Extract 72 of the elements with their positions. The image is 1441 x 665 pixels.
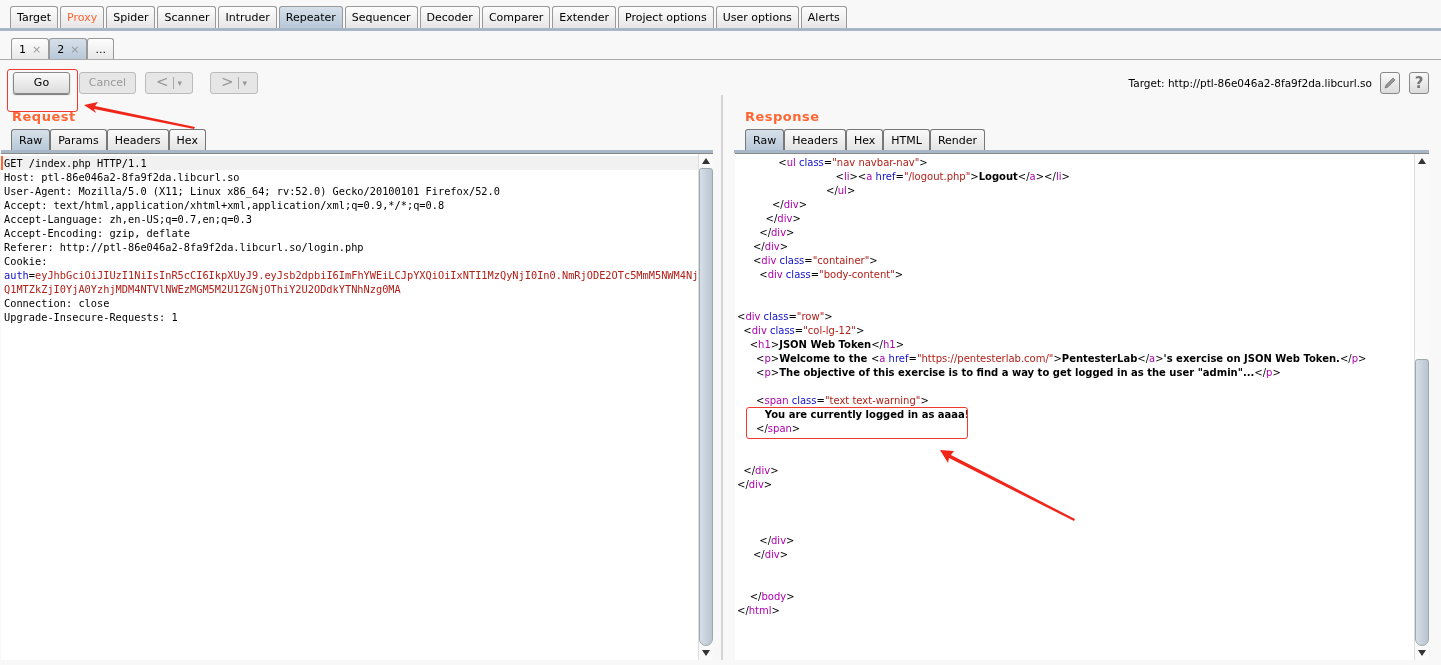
scroll-up-icon[interactable] — [1418, 158, 1426, 164]
view-tab[interactable]: Headers — [784, 129, 846, 150]
code-line: <div class="col-lg-12"> — [742, 324, 865, 338]
code-line: </div> — [764, 212, 801, 226]
code-line: </div> — [751, 240, 789, 254]
code-line: <h1>JSON Web Token</h1> — [748, 338, 905, 352]
code-line: <li><a href="/logout.php">Logout</a></li> — [834, 170, 1070, 184]
code-line: <p>The objective of this exercise is to find a way to get logged in as the user "admin"...</p> — [755, 366, 1281, 380]
main-tab[interactable]: User options — [715, 6, 799, 28]
code-line: Accept-Language: zh,en-US;q=0.7,en;q=0.3 — [3, 212, 253, 226]
pane-title: Request — [11, 108, 76, 125]
code-line: </html> — [737, 604, 780, 618]
view-tab[interactable]: Headers — [106, 129, 169, 150]
code-line: Referer: http://ptl-86e046a2-8fa9f2da.libcurl.so/login.php — [3, 240, 365, 254]
main-tab[interactable]: Alerts — [800, 6, 847, 28]
code-line: Host: ptl-86e046a2-8fa9f2da.libcurl.so — [3, 170, 241, 184]
scroll-down-icon[interactable] — [702, 650, 710, 656]
main-tab[interactable]: Project options — [618, 6, 714, 28]
view-tab[interactable]: Render — [929, 129, 986, 150]
code-line: <div class="row"> — [737, 310, 833, 324]
main-tab[interactable]: Extender — [552, 6, 617, 28]
code-line: </ul> — [825, 184, 856, 198]
code-line: </span> — [755, 422, 801, 436]
main-tab[interactable]: Spider — [106, 6, 156, 28]
code-line: Q1MTZkZjI0YjA0YzhjMDM4NTVlNWEzMGM5M2U1ZGNjOThiY2U2ODdkYTNhNzg0MA — [3, 282, 402, 296]
code-line: Accept: text/html,application/xhtml+xml,application/xml;q=0.9,*/*;q=0.8 — [3, 198, 446, 212]
session-tab[interactable]: 2 × — [49, 38, 88, 59]
main-tab[interactable]: Comparer — [481, 6, 551, 28]
code-line: User-Agent: Mozilla/5.0 (X11; Linux x86_64; rv:52.0) Gecko/20100101 Firefox/52.0 — [3, 184, 501, 198]
view-tab[interactable]: Raw — [11, 129, 51, 150]
target-label: Target: http://ptl-86e046a2-8fa9f2da.libcurl.so — [1128, 76, 1372, 89]
main-tab[interactable]: Decoder — [419, 6, 480, 28]
code-line: <p>Welcome to the <a href="https://pentesterlab.com/">PentesterLab</a>'s exercise on JSON Web Token.</p> — [755, 352, 1367, 366]
code-line: </div> — [770, 198, 808, 212]
annotation-box — [7, 69, 78, 112]
go-button[interactable]: Go — [13, 71, 70, 94]
code-line: Accept-Encoding: gzip, deflate — [3, 226, 191, 240]
scrollbar[interactable] — [1414, 154, 1429, 660]
view-tab[interactable]: Raw — [745, 129, 785, 150]
scroll-up-icon[interactable] — [702, 158, 710, 164]
code-line: </div> — [742, 464, 779, 478]
code-line: </div> — [737, 478, 773, 492]
view-tab[interactable]: HTML — [883, 129, 930, 150]
view-tab[interactable]: Hex — [168, 129, 206, 150]
code-line: </div> — [751, 548, 789, 562]
main-tab[interactable]: Sequencer — [344, 6, 418, 28]
code-line: <ul class="nav navbar-nav"> — [777, 156, 928, 170]
session-tab[interactable]: ... — [87, 38, 114, 59]
main-tab[interactable]: Intruder — [218, 6, 277, 28]
response-editor[interactable] — [735, 153, 1429, 660]
code-line: Cookie: — [3, 254, 49, 268]
pane-title: Response — [744, 108, 820, 125]
help-button[interactable]: ? — [1409, 71, 1429, 94]
code-line: <div class="body-content"> — [758, 268, 904, 282]
code-line: <span class="text text-warning"> — [755, 394, 929, 408]
edit-button[interactable] — [1380, 71, 1400, 94]
code-line: </body> — [748, 590, 795, 604]
main-tab[interactable]: Target — [10, 6, 59, 28]
code-line: </div> — [758, 534, 795, 548]
scroll-down-icon[interactable] — [1418, 650, 1426, 656]
code-line: auth=eyJhbGciOiJIUzI1NiIsInR5cCI6IkpXUyJ9.eyJsb2dpbiI6ImFhYWEiLCJpYXQiOiIxNTI1MzQyNjI0In0.NmRjODE2OTc5MmM5NWM4Nj — [3, 268, 698, 282]
pencil-icon — [1383, 75, 1397, 90]
code-line: Upgrade-Insecure-Requests: 1 — [3, 310, 179, 324]
scrollbar[interactable] — [698, 154, 713, 660]
view-tab[interactable]: Params — [50, 129, 107, 150]
code-line: Connection: close — [3, 296, 111, 310]
main-tab[interactable]: Repeater — [278, 6, 343, 28]
code-line: </div> — [758, 226, 795, 240]
main-tab[interactable]: Scanner — [157, 6, 217, 28]
code-line: <div class="container"> — [751, 254, 878, 268]
view-tab[interactable]: Hex — [845, 129, 884, 150]
session-tab[interactable]: 1 × — [11, 38, 50, 59]
